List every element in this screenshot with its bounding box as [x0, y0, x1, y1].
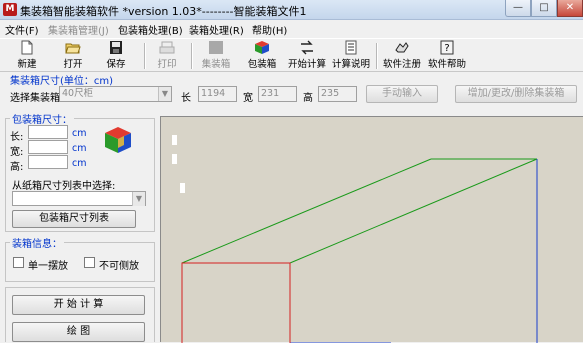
start-calc-action-button[interactable]: 开 始 计 算 [12, 295, 145, 315]
package-cube-icon [105, 127, 131, 153]
pkg-height-field[interactable] [28, 155, 68, 169]
save-disk-icon [108, 40, 124, 55]
no-side-checkbox[interactable] [84, 257, 95, 268]
open-label: 打开 [63, 59, 83, 70]
document-lines-icon [343, 40, 359, 55]
open-folder-icon [65, 40, 81, 55]
pkg-width-field[interactable] [28, 140, 68, 154]
draw-button[interactable]: 绘 图 [12, 322, 145, 342]
container-height-field[interactable]: 235 [318, 86, 357, 102]
toolbar-separator [144, 43, 146, 69]
package-size-title: 包装箱尺寸： [10, 111, 74, 126]
container-top-right-edge [289, 158, 538, 264]
length-label: 长 [181, 93, 191, 104]
toolbar: 新建 打开 保存 打印 集装箱 包装箱 开始计算 计算说明 软件注册 ? 软件帮… [0, 38, 583, 72]
menu-package[interactable]: 包装箱处理(B) [118, 22, 183, 37]
menu-bar: 文件(F) 集装箱管理(J) 包装箱处理(B) 装箱处理(R) 帮助(H) [0, 20, 583, 38]
select-from-list-label: 从纸箱尺寸列表中选择: [12, 181, 116, 192]
start-calc-label: 开始计算 [287, 59, 326, 70]
pkg-length-label: 长: [10, 132, 24, 143]
maximize-button[interactable]: □ [531, 0, 557, 17]
menu-packing[interactable]: 装箱处理(R) [189, 22, 244, 37]
menu-container-mgmt[interactable]: 集装箱管理(J) [48, 22, 109, 37]
minimize-button[interactable]: — [505, 0, 531, 17]
pkg-width-unit: cm [72, 143, 87, 154]
container-front-face [181, 262, 291, 343]
svg-text:?: ? [444, 43, 449, 54]
carton-size-select[interactable]: ▼ [12, 191, 146, 206]
packing-info-title: 装箱信息： [10, 235, 64, 250]
container-button[interactable]: 集装箱 [198, 40, 234, 72]
pkg-length-field[interactable] [28, 125, 68, 139]
print-label: 打印 [157, 59, 177, 70]
select-container-label: 选择集装箱 [10, 93, 60, 104]
height-label: 高 [303, 93, 313, 104]
start-calc-button[interactable]: 开始计算 [286, 40, 328, 72]
container-top-left-edge [181, 158, 432, 264]
new-label: 新建 [17, 59, 37, 70]
print-icon [159, 40, 175, 55]
pkg-width-label: 宽: [10, 147, 24, 158]
pkg-height-label: 高: [10, 162, 24, 173]
title-bar: M 集装箱智能装箱软件 *version 1.03*--------智能装箱文件… [0, 0, 583, 20]
chevron-down-icon[interactable]: ▼ [158, 87, 171, 101]
app-icon: M [3, 3, 17, 16]
drawing-canvas[interactable] [160, 116, 583, 343]
container-size-title: 集装箱尺寸(单位：cm) [10, 76, 114, 87]
register-label: 软件注册 [382, 59, 421, 70]
container-length-field[interactable]: 1194 [198, 86, 237, 102]
menu-file[interactable]: 文件(F) [5, 22, 39, 37]
container-box-icon [208, 40, 224, 55]
open-button[interactable]: 打开 [58, 40, 88, 72]
single-layer-label: 单一摆放 [28, 261, 68, 272]
register-hands-icon [394, 40, 410, 55]
calc-help-label: 计算说明 [331, 59, 370, 70]
pkg-height-unit: cm [72, 158, 87, 169]
package-button[interactable]: 包装箱 [244, 40, 280, 72]
container-select-value: 40尺柜 [62, 88, 94, 99]
print-button[interactable]: 打印 [152, 40, 182, 72]
window-title: 集装箱智能装箱软件 *version 1.03*--------智能装箱文件1 [20, 5, 307, 18]
width-label: 宽 [243, 93, 253, 104]
menu-help[interactable]: 帮助(H) [252, 22, 287, 37]
close-button[interactable]: ✕ [557, 0, 583, 17]
container-select[interactable]: 40尺柜 ▼ [59, 86, 172, 102]
register-button[interactable]: 软件注册 [381, 40, 423, 72]
toolbar-separator [191, 43, 193, 69]
container-wireframe [181, 158, 538, 343]
edit-container-button[interactable]: 增加/更改/删除集装箱 [455, 85, 577, 103]
toolbar-separator [376, 43, 378, 69]
package-cube-icon [254, 40, 270, 55]
chevron-down-icon[interactable]: ▼ [132, 192, 145, 206]
container-label: 集装箱 [201, 59, 231, 70]
help-button[interactable]: ? 软件帮助 [426, 40, 468, 72]
container-width-field[interactable]: 231 [258, 86, 297, 102]
help-question-icon: ? [439, 40, 455, 55]
single-layer-checkbox[interactable] [13, 257, 24, 268]
package-label: 包装箱 [247, 59, 277, 70]
save-button[interactable]: 保存 [101, 40, 131, 72]
calc-help-button[interactable]: 计算说明 [330, 40, 372, 72]
save-label: 保存 [106, 59, 126, 70]
no-side-label: 不可侧放 [99, 261, 139, 272]
new-button[interactable]: 新建 [12, 40, 42, 72]
calculate-arrows-icon [299, 40, 315, 55]
pkg-length-unit: cm [72, 128, 87, 139]
new-file-icon [19, 40, 35, 55]
manual-input-button[interactable]: 手动输入 [366, 85, 438, 103]
package-size-list-button[interactable]: 包装箱尺寸列表 [12, 210, 136, 228]
help-label: 软件帮助 [427, 59, 466, 70]
